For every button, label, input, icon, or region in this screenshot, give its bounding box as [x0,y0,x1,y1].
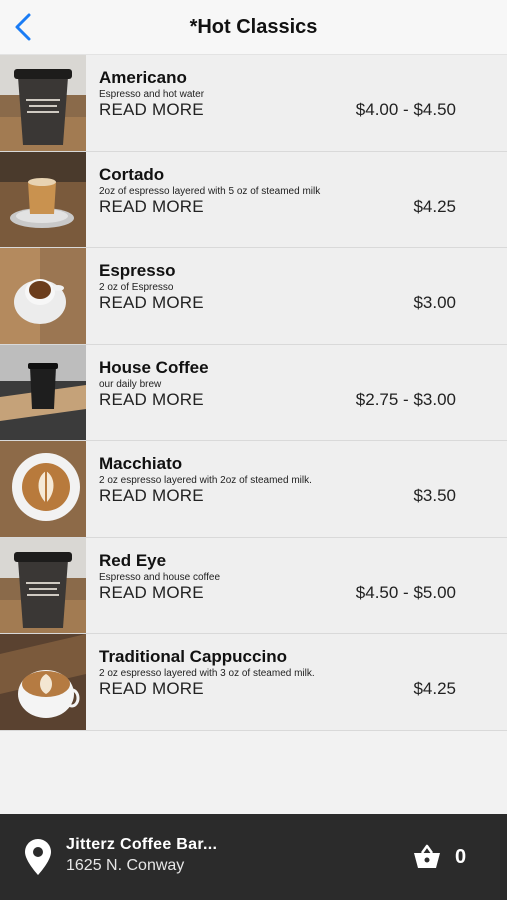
read-more-link[interactable]: READ MORE [99,390,204,410]
item-name: Americano [99,68,187,87]
item-description: our daily brew [99,378,162,390]
item-name: Macchiato [99,454,183,473]
item-price: $2.75 - $3.00 [355,389,456,409]
espresso-image [0,248,86,344]
menu-list: Americano Espresso and hot water READ MO… [0,55,507,731]
menu-item-red-eye[interactable]: Red Eye Espresso and house coffee READ M… [0,537,507,634]
read-more-link[interactable]: READ MORE [99,100,204,120]
item-price: $4.00 - $4.50 [355,100,456,119]
macchiato-image [0,441,86,537]
nav-bar: *Hot Classics [0,0,507,55]
menu-item-espresso[interactable]: Espresso 2 oz of Espresso READ MORE $3.0… [0,248,507,345]
read-more-link[interactable]: READ MORE [99,293,204,313]
item-name: Cortado [99,164,165,184]
americano-image [0,55,86,151]
read-more-link[interactable]: READ MORE [99,583,204,603]
store-footer: Jitterz Coffee Bar... 1625 N. Conway 0 [0,814,507,900]
read-more-link[interactable]: READ MORE [99,486,204,506]
menu-item-traditional-cappuccino[interactable]: Traditional Cappuccino 2 oz espresso lay… [0,634,507,731]
cart-count[interactable]: 0 [455,846,466,869]
item-price: $3.00 [413,293,456,312]
cortado-image [0,151,86,247]
item-price: $3.50 [413,486,456,505]
item-description: Espresso and hot water [99,89,205,100]
read-more-link[interactable]: READ MORE [99,197,204,217]
item-name: House Coffee [99,357,209,377]
red-eye-image [0,537,86,633]
store-name[interactable]: Jitterz Coffee Bar... [66,836,217,854]
item-price: $4.25 [413,196,456,216]
read-more-link[interactable]: READ MORE [99,679,204,699]
item-name: Red Eye [99,550,167,570]
menu-item-macchiato[interactable]: Macchiato 2 oz espresso layered with 2oz… [0,441,507,538]
item-price: $4.50 - $5.00 [355,582,456,602]
menu-item-cortado[interactable]: Cortado 2oz of espresso layered with 5 o… [0,151,507,248]
item-description: 2 oz espresso layered with 2oz of steame… [99,475,312,486]
item-name: Espresso [99,261,176,280]
store-address: 1625 N. Conway [66,857,185,874]
item-description: Espresso and house coffee [99,571,221,583]
cappuccino-image [0,634,86,730]
item-description: 2 oz espresso layered with 3 oz of steam… [99,668,315,679]
menu-item-americano[interactable]: Americano Espresso and hot water READ MO… [0,55,507,152]
map-pin-icon[interactable] [24,838,52,876]
item-price: $4.25 [413,679,456,698]
menu-item-house-coffee[interactable]: House Coffee our daily brew READ MORE $2… [0,344,507,441]
basket-icon[interactable] [413,844,441,870]
page-title: *Hot Classics [189,16,318,38]
item-name: Traditional Cappuccino [99,647,287,666]
item-description: 2oz of espresso layered with 5 oz of ste… [99,185,321,197]
item-description: 2 oz of Espresso [99,282,174,293]
house-coffee-image [0,344,86,440]
